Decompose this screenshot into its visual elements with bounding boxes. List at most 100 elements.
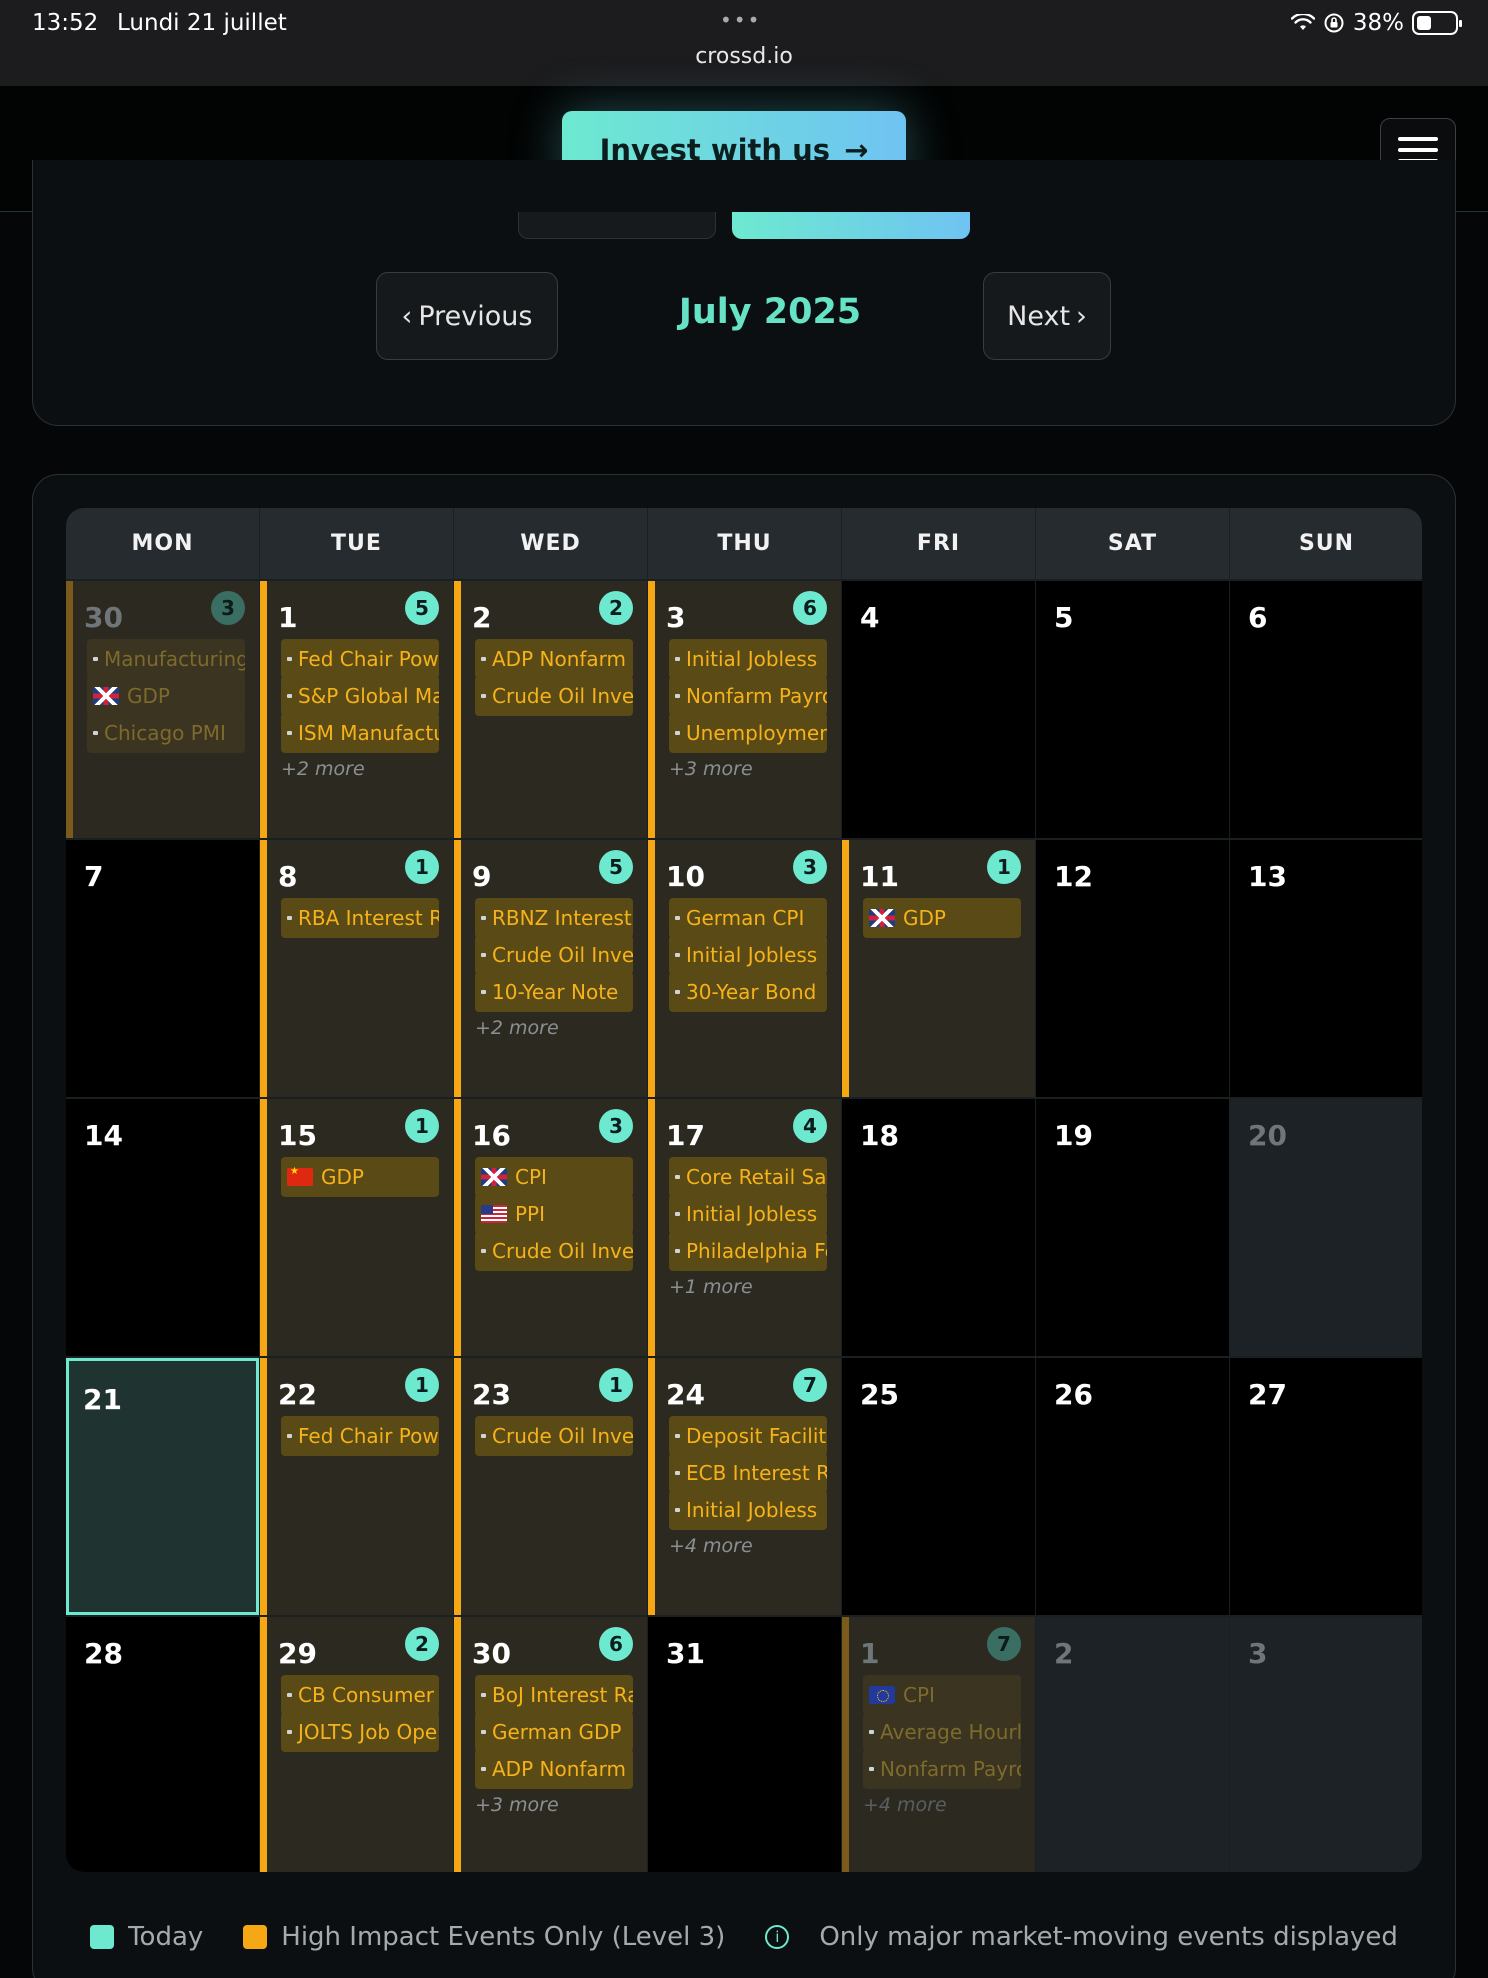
url-label[interactable]: crossd.io [0, 44, 1488, 69]
more-events-link[interactable]: +4 more [863, 1794, 947, 1816]
more-events-link[interactable]: +2 more [475, 1017, 559, 1039]
day-cell[interactable]: 23 1 Crude Oil Inventories [454, 1358, 647, 1615]
tab-options-icon[interactable]: ••• [720, 8, 761, 32]
day-cell[interactable]: 22 1 Fed Chair Powell [260, 1358, 453, 1615]
day-cell[interactable]: 2 [1036, 1617, 1229, 1872]
previous-month-button[interactable]: ‹ Previous [376, 272, 558, 360]
event-chip[interactable]: CB Consumer [281, 1675, 439, 1715]
country-dot-icon [675, 953, 680, 957]
event-chip[interactable]: 30-Year Bond [669, 972, 827, 1012]
day-cell[interactable]: 9 5 RBNZ Interest Crude Oil Inventories 10-Y… [454, 840, 647, 1097]
event-chip[interactable]: Crude Oil Inventories [475, 935, 633, 975]
event-chip[interactable]: BoJ Interest Rate [475, 1675, 633, 1715]
day-cell[interactable]: 13 [1230, 840, 1422, 1097]
event-chip[interactable]: CPI [863, 1675, 1021, 1715]
more-events-link[interactable]: +2 more [281, 758, 365, 780]
event-chip[interactable]: Crude Oil Inventories [475, 676, 633, 716]
event-chip[interactable]: Philadelphia Fed [669, 1231, 827, 1271]
event-chip[interactable]: ADP Nonfarm [475, 1749, 633, 1789]
day-cell[interactable]: 26 [1036, 1358, 1229, 1615]
event-chip[interactable]: Crude Oil Inventories [475, 1231, 633, 1271]
day-cell[interactable]: 1 7 CPI Average Hourly Nonfarm Payrolls +4 mo… [842, 1617, 1035, 1872]
day-cell[interactable]: 18 [842, 1099, 1035, 1356]
event-chip[interactable]: Unemployment [669, 713, 827, 753]
event-label: Crude Oil Inventories [492, 684, 633, 708]
today-swatch [90, 1925, 115, 1949]
event-chip[interactable]: GDP [87, 676, 245, 716]
event-chip[interactable]: Average Hourly [863, 1712, 1021, 1752]
day-cell[interactable]: 15 1 GDP [260, 1099, 453, 1356]
event-chip[interactable]: Fed Chair Powell [281, 1416, 439, 1456]
event-chip[interactable]: Fed Chair Powell [281, 639, 439, 679]
day-cell[interactable]: 16 3 CPI PPI Crude Oil Inventories [454, 1099, 647, 1356]
event-chip[interactable]: Nonfarm Payrolls [863, 1749, 1021, 1789]
weekday-header-fri: FRI [842, 508, 1035, 579]
day-cell[interactable]: 24 7 Deposit Facility ECB Interest Rate Init… [648, 1358, 841, 1615]
event-chip[interactable]: S&P Global Manufacturing [281, 676, 439, 716]
event-chip[interactable]: Chicago PMI [87, 713, 245, 753]
day-cell[interactable]: 22ADP NonfarmCrude Oil Inventories [454, 581, 647, 838]
day-cell[interactable]: 10 3 German CPI Initial Jobless 30-Year Bond [648, 840, 841, 1097]
more-events-link[interactable]: +4 more [669, 1535, 753, 1557]
legend-today: Today [128, 1922, 204, 1952]
event-chip[interactable]: German CPI [669, 898, 827, 938]
event-chip[interactable]: Nonfarm Payrolls [669, 676, 827, 716]
more-events-link[interactable]: +1 more [669, 1276, 753, 1298]
event-chip[interactable]: CPI [475, 1157, 633, 1197]
event-chip[interactable]: PPI [475, 1194, 633, 1234]
event-chip[interactable]: ECB Interest Rate [669, 1453, 827, 1493]
event-count-badge: 1 [405, 1368, 439, 1402]
event-chip[interactable]: RBNZ Interest [475, 898, 633, 938]
day-cell[interactable]: 3 [1230, 1617, 1422, 1872]
event-chip[interactable]: ISM Manufacturing [281, 713, 439, 753]
day-cell[interactable]: 6 [1230, 581, 1422, 838]
event-chip[interactable]: ADP Nonfarm [475, 639, 633, 679]
day-cell[interactable]: 3 6 Initial Jobless Nonfarm Payrolls Unemplo… [648, 581, 841, 838]
weekday-header-sat: SAT [1036, 508, 1229, 579]
day-cell[interactable]: 11 1 GDP [842, 840, 1035, 1097]
event-chip[interactable]: Initial Jobless [669, 935, 827, 975]
event-chip[interactable]: Core Retail Sales [669, 1157, 827, 1197]
more-events-link[interactable]: +3 more [669, 758, 753, 780]
event-chip[interactable]: Initial Jobless [669, 1490, 827, 1530]
event-label: Nonfarm Payrolls [686, 684, 827, 708]
event-chip[interactable]: GDP [281, 1157, 439, 1197]
day-cell[interactable]: 5 [1036, 581, 1229, 838]
day-cell[interactable]: 7 [66, 840, 259, 1097]
day-cell[interactable]: 17 4 Core Retail Sales Initial Jobless Phila… [648, 1099, 841, 1356]
event-chip[interactable]: Initial Jobless [669, 1194, 827, 1234]
event-chip[interactable]: Deposit Facility [669, 1416, 827, 1456]
day-cell-today[interactable]: 21 [66, 1358, 259, 1615]
day-cell[interactable]: 1 5 Fed Chair Powell S&P Global Manufacturi… [260, 581, 453, 838]
event-count-badge: 5 [599, 850, 633, 884]
view-tab-active[interactable] [732, 212, 970, 239]
day-number: 21 [83, 1383, 122, 1416]
day-cell[interactable]: 30 3 Manufacturing GDP Chicago PMI [66, 581, 259, 838]
event-chip[interactable]: Initial Jobless [669, 639, 827, 679]
view-tab-inactive[interactable] [518, 212, 716, 239]
event-chip[interactable]: GDP [863, 898, 1021, 938]
day-cell[interactable]: 8 1 RBA Interest Rate [260, 840, 453, 1097]
day-cell[interactable]: 12 [1036, 840, 1229, 1097]
next-month-button[interactable]: Next › [983, 272, 1111, 360]
day-cell[interactable]: 27 [1230, 1358, 1422, 1615]
high-impact-swatch [243, 1925, 268, 1949]
day-cell[interactable]: 28 [66, 1617, 259, 1872]
day-cell[interactable]: 25 [842, 1358, 1035, 1615]
day-cell[interactable]: 14 [66, 1099, 259, 1356]
flag-eu-icon [869, 1686, 895, 1704]
day-cell[interactable]: 20 [1230, 1099, 1422, 1356]
event-chip[interactable]: Crude Oil Inventories [475, 1416, 633, 1456]
event-label: Unemployment [686, 721, 827, 745]
day-cell[interactable]: 19 [1036, 1099, 1229, 1356]
day-cell[interactable]: 4 [842, 581, 1035, 838]
day-cell[interactable]: 31 [648, 1617, 841, 1872]
day-cell[interactable]: 30 6 BoJ Interest Rate German GDP ADP Nonfar… [454, 1617, 647, 1872]
event-chip[interactable]: German GDP [475, 1712, 633, 1752]
event-chip[interactable]: Manufacturing [87, 639, 245, 679]
day-cell[interactable]: 29 2 CB Consumer JOLTS Job Openings [260, 1617, 453, 1872]
event-chip[interactable]: JOLTS Job Openings [281, 1712, 439, 1752]
more-events-link[interactable]: +3 more [475, 1794, 559, 1816]
event-chip[interactable]: 10-Year Note [475, 972, 633, 1012]
event-chip[interactable]: RBA Interest Rate [281, 898, 439, 938]
